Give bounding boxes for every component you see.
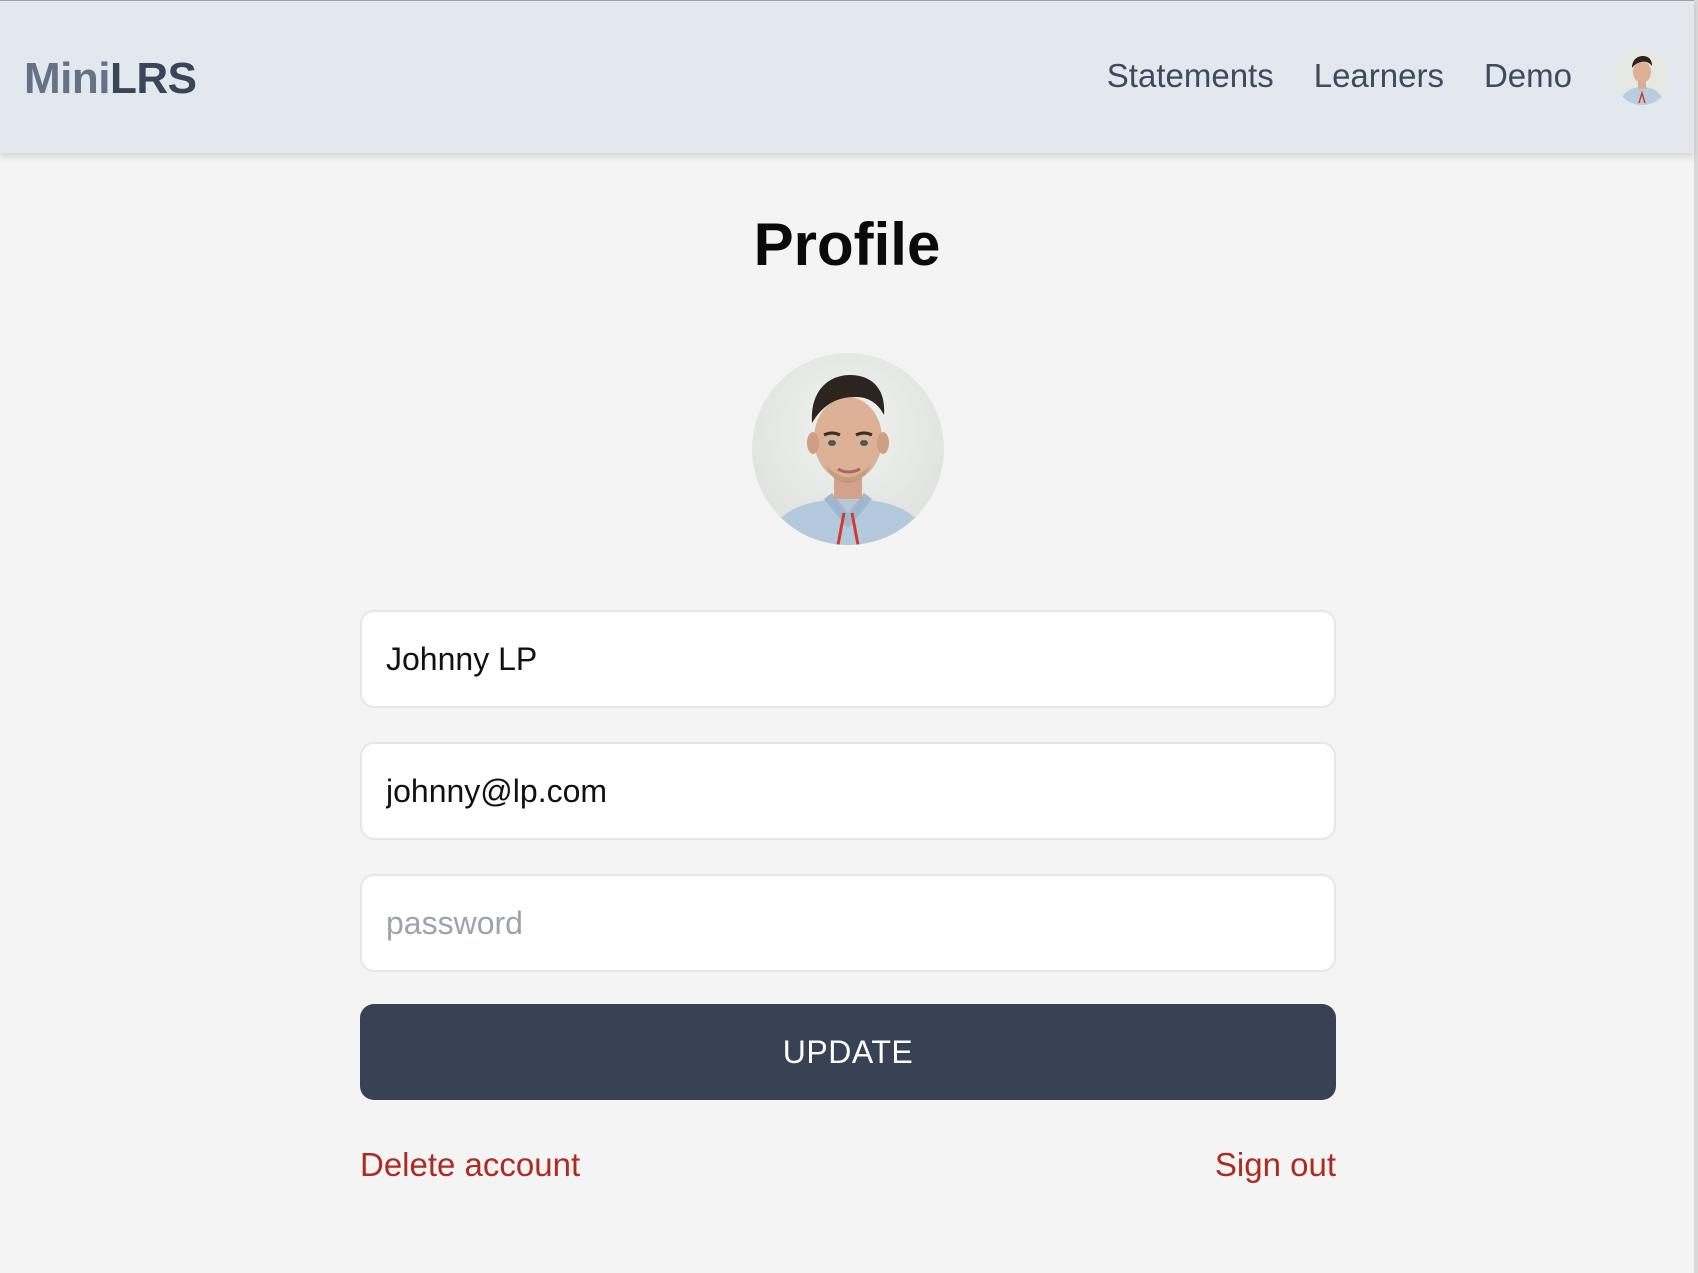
brand-logo[interactable]: MiniLRS xyxy=(24,53,197,105)
brand-mini: Mini xyxy=(24,54,110,103)
delete-account-link[interactable]: Delete account xyxy=(360,1142,580,1188)
name-field[interactable] xyxy=(360,610,1336,708)
email-field[interactable] xyxy=(360,742,1336,840)
nav-link-demo[interactable]: Demo xyxy=(1484,53,1572,99)
window-edge xyxy=(1694,0,1698,1273)
password-field[interactable] xyxy=(360,874,1336,972)
nav-link-statements[interactable]: Statements xyxy=(1107,53,1274,99)
nav-links: Statements Learners Demo xyxy=(1107,53,1572,99)
user-avatar-icon[interactable] xyxy=(1614,49,1670,105)
page-title: Profile xyxy=(753,211,941,278)
nav-link-learners[interactable]: Learners xyxy=(1314,53,1444,99)
sign-out-link[interactable]: Sign out xyxy=(1215,1142,1336,1188)
top-navbar: MiniLRS Statements Learners Demo xyxy=(0,0,1694,153)
profile-photo-icon xyxy=(752,353,944,545)
brand-lrs: LRS xyxy=(109,54,197,103)
account-actions: Delete account Sign out xyxy=(360,1142,1336,1188)
update-button[interactable]: UPDATE xyxy=(360,1004,1336,1100)
profile-form: UPDATE xyxy=(360,610,1336,1100)
